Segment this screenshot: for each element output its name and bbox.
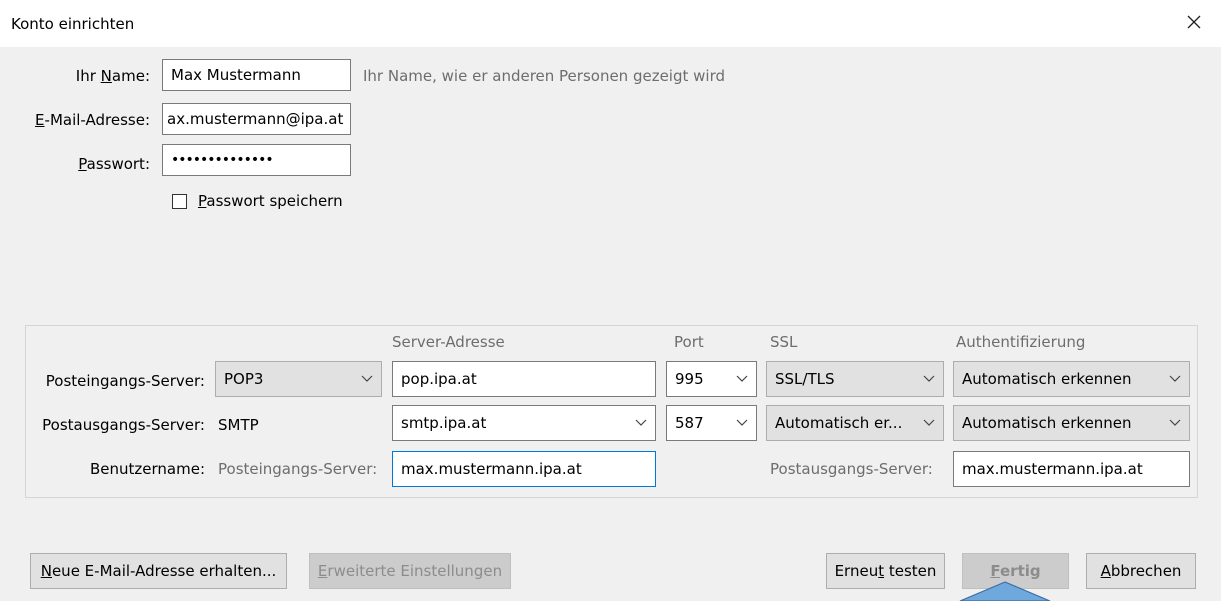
title-bar [0,0,1221,47]
cancel-button[interactable]: Abbrechen [1086,553,1196,589]
username-label: Benutzername: [89,460,205,478]
username-outgoing-label: Postausgangs-Server: [770,460,933,478]
pointer-arrow-icon [959,581,1051,601]
outgoing-auth-value: Automatisch erkennen [962,414,1132,432]
email-input[interactable]: ax.mustermann@ipa.at [162,103,351,135]
chevron-down-icon [923,375,935,382]
email-label: E-Mail-Adresse: [35,111,150,129]
password-label: Passwort: [78,155,150,173]
chevron-down-icon [361,375,373,382]
incoming-port-select[interactable]: 995 [666,361,757,397]
name-label: Ihr Name: [75,67,150,85]
chevron-down-icon [923,419,935,426]
incoming-address-value: pop.ipa.at [401,370,477,388]
incoming-address-input[interactable]: pop.ipa.at [392,361,656,397]
new-email-address-label: Neue E-Mail-Adresse erhalten... [40,562,277,580]
outgoing-ssl-select[interactable]: Automatisch er... [766,405,944,441]
chevron-down-icon [736,375,748,382]
chevron-down-icon [635,419,647,426]
incoming-protocol-select[interactable]: POP3 [215,361,382,397]
column-header-auth: Authentifizierung [956,333,1086,351]
window-title: Konto einrichten [11,15,135,33]
save-password-checkbox[interactable] [172,194,187,209]
email-value: ax.mustermann@ipa.at [167,110,344,128]
column-header-port: Port [674,333,704,351]
incoming-protocol-value: POP3 [224,370,264,388]
new-email-address-button[interactable]: Neue E-Mail-Adresse erhalten... [30,553,287,589]
column-header-address: Server-Adresse [392,333,505,351]
save-password-label[interactable]: Passwort speichern [198,192,343,210]
chevron-down-icon [1169,375,1181,382]
incoming-port-value: 995 [675,370,704,388]
incoming-auth-select[interactable]: Automatisch erkennen [953,361,1190,397]
outgoing-protocol: SMTP [218,416,259,434]
incoming-auth-value: Automatisch erkennen [962,370,1132,388]
close-icon [1187,15,1201,29]
retest-label: Erneut testen [834,562,937,580]
incoming-ssl-value: SSL/TLS [775,370,835,388]
password-input[interactable]: •••••••••••••• [162,144,351,176]
outgoing-auth-select[interactable]: Automatisch erkennen [953,405,1190,441]
name-input[interactable]: Max Mustermann [162,59,351,91]
incoming-server-label: Posteingangs-Server: [45,372,205,390]
username-outgoing-value: max.mustermann.ipa.at [962,460,1143,478]
outgoing-address-value: smtp.ipa.at [401,414,487,432]
advanced-settings-button[interactable]: Erweiterte Einstellungen [309,553,511,589]
done-label: Fertig [990,562,1041,580]
username-incoming-input[interactable]: max.mustermann.ipa.at [392,451,656,487]
outgoing-port-value: 587 [675,414,704,432]
chevron-down-icon [736,419,748,426]
chevron-down-icon [1169,419,1181,426]
name-hint: Ihr Name, wie er anderen Personen gezeig… [363,67,725,85]
advanced-settings-label: Erweiterte Einstellungen [317,562,503,580]
username-outgoing-input[interactable]: max.mustermann.ipa.at [953,451,1190,487]
incoming-ssl-select[interactable]: SSL/TLS [766,361,944,397]
outgoing-address-combobox[interactable]: smtp.ipa.at [392,405,656,441]
outgoing-port-select[interactable]: 587 [666,405,757,441]
column-header-ssl: SSL [770,333,798,351]
close-button[interactable] [1181,8,1207,36]
cancel-label: Abbrechen [1100,562,1182,580]
username-incoming-label: Posteingangs-Server: [218,460,378,478]
password-value: •••••••••••••• [171,152,274,168]
outgoing-ssl-value: Automatisch er... [775,414,903,432]
name-value: Max Mustermann [171,66,301,84]
username-incoming-value: max.mustermann.ipa.at [401,460,582,478]
retest-button[interactable]: Erneut testen [826,553,945,589]
outgoing-server-label: Postausgangs-Server: [42,416,205,434]
